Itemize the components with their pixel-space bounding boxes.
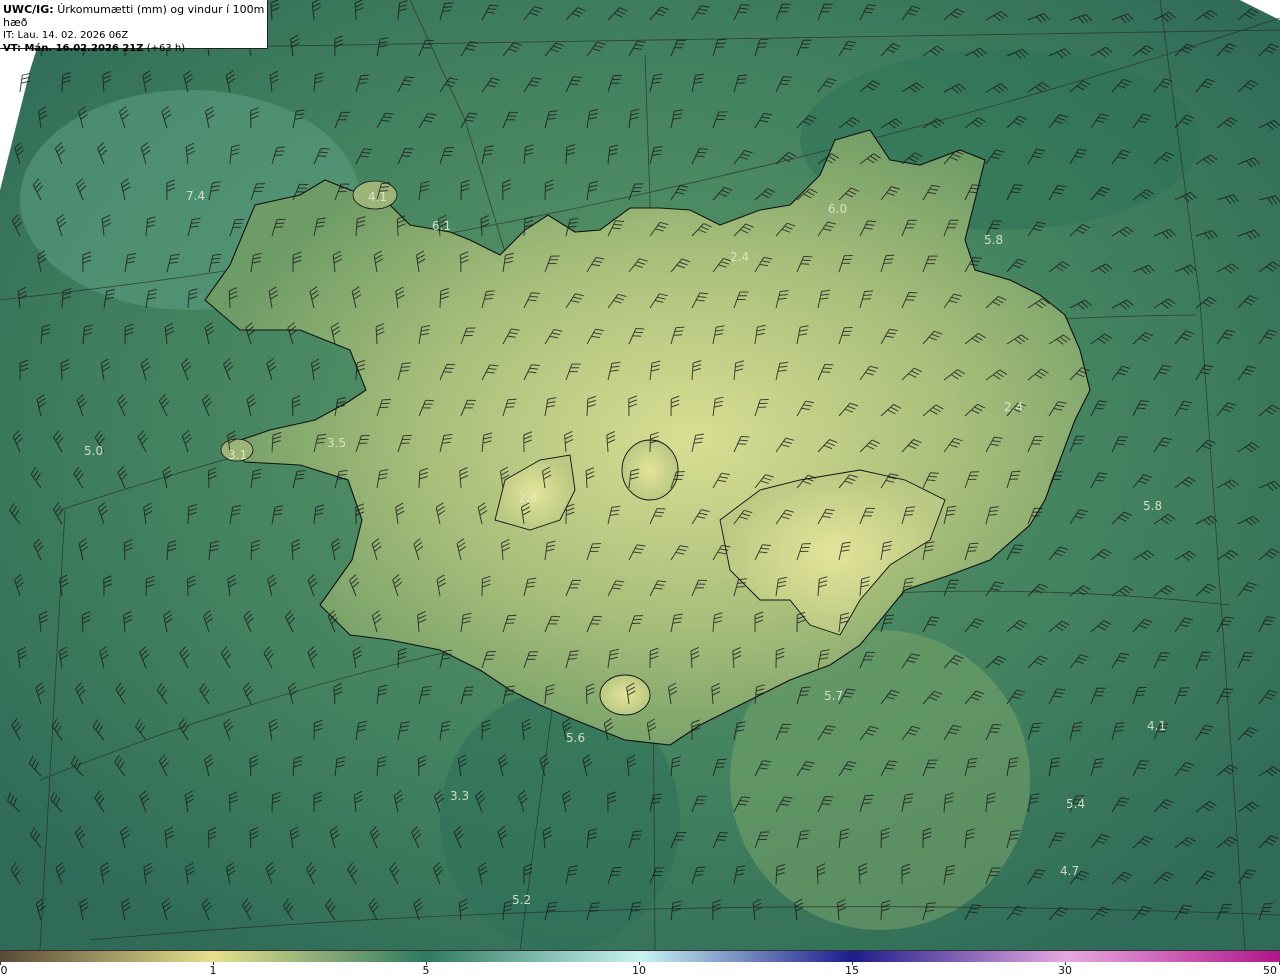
colorbar-strip [0,950,1280,962]
value-label: 5.8 [984,233,1003,247]
map-canvas: 7.4 4.1 6.1 6.0 5.8 2.4 2.4 5.0 3.1 3.5 … [0,0,1280,950]
colorbar-tick-label: 10 [632,964,646,977]
glacier-myrdalsjokull [599,674,651,716]
initial-time: IT: Lau. 14. 02. 2026 06Z [3,30,129,41]
value-label: 5.0 [84,444,103,458]
colorbar-tick-label: 5 [422,964,430,977]
value-label: 5.2 [512,893,531,907]
value-label: 2.4 [730,250,749,264]
map-panel: 7.4 4.1 6.1 6.0 5.8 2.4 2.4 5.0 3.1 3.5 … [0,0,1280,950]
colorbar: 0 1 5 10 15 30 50 [0,950,1280,978]
value-label: 2.4 [1004,400,1023,414]
map-info-box: UWC/IG: Úrkomumætti (mm) og vindur í 100… [0,0,268,54]
value-label: 5.4 [1066,797,1085,811]
colorbar-tick-label: 50 [1263,964,1277,977]
value-label: 3.3 [450,789,469,803]
valid-time: VT: Mán. 16.02.2026 21Z [3,43,144,54]
value-label: 6.1 [432,219,451,233]
value-label: 4.1 [368,190,387,204]
value-label: 2.8 [518,491,537,505]
value-label: 5.7 [824,689,843,703]
lead-time: (+63 h) [146,43,186,54]
value-label: 3.5 [327,436,346,450]
product-code: UWC/IG: [3,3,54,16]
value-label: 4.7 [1060,864,1079,878]
colorbar-tick-label: 15 [845,964,859,977]
value-label: 5.6 [566,731,585,745]
value-label: 3.1 [228,448,247,462]
colorbar-tick-label: 30 [1058,964,1072,977]
colorbar-tick-label: 1 [209,964,217,977]
value-label: 7.4 [186,189,205,203]
value-label: 6.0 [828,202,847,216]
value-label: 4.1 [1147,719,1166,733]
value-label: 5.8 [1143,499,1162,513]
colorbar-tick-label: 0 [0,964,8,977]
